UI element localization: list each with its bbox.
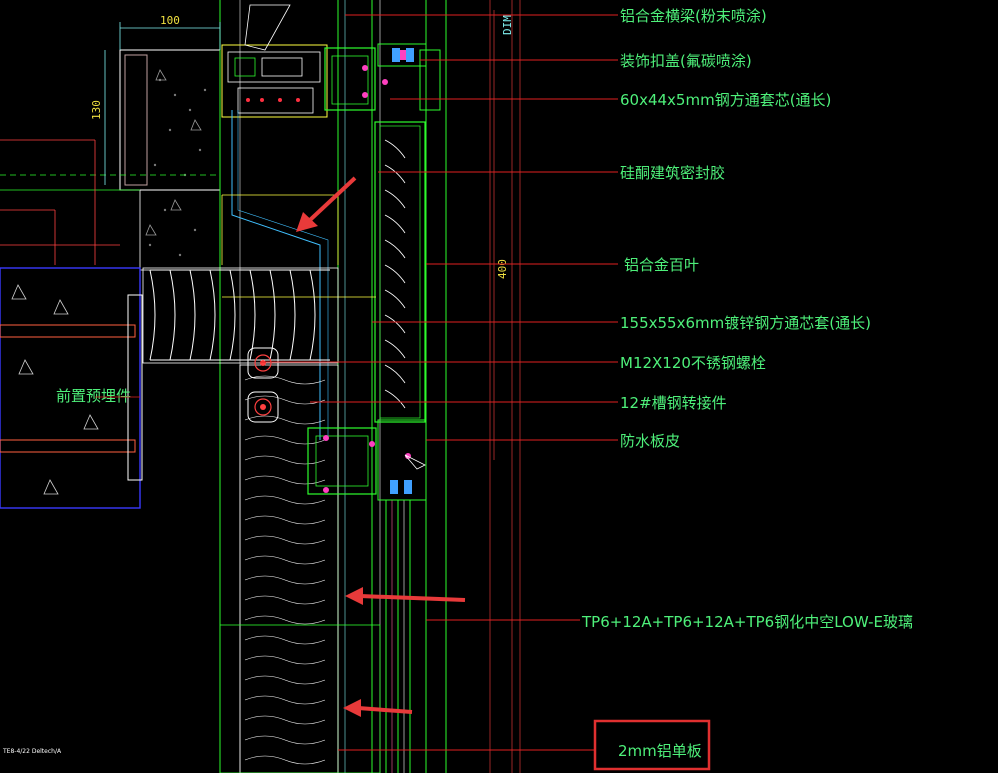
label-steel-sleeve-60: 60x44x5mm钢方通套芯(通长) <box>620 91 831 109</box>
label-aluminum-panel: 2mm铝单板 <box>618 742 702 760</box>
label-waterproof-membrane: 防水板皮 <box>620 432 680 450</box>
callout-labels: 铝合金横梁(粉末喷涂) 装饰扣盖(氟碳喷涂) 60x44x5mm钢方通套芯(通长… <box>581 7 913 771</box>
curtain-wall-section-drawing: 前置预埋件 100 130 400 DIM 铝合金横梁(粉末喷涂) 装饰扣盖(氟… <box>0 0 913 773</box>
embedded-part-label: 前置预埋件 <box>56 387 131 405</box>
top-width-dimension: 100 <box>160 14 180 27</box>
lower-steel-tube <box>307 419 427 501</box>
floor-slab: 前置预埋件 <box>0 139 143 509</box>
left-height-dimension: 130 <box>90 100 103 120</box>
label-aluminum-beam: 铝合金横梁(粉末喷涂) <box>620 7 767 25</box>
label-aluminum-louver: 铝合金百叶 <box>624 256 699 274</box>
bolt-assembly <box>247 347 279 423</box>
label-silicone-sealant: 硅酮建筑密封胶 <box>620 164 725 182</box>
label-low-e-glass: TP6+12A+TP6+12A+TP6钢化中空LOW-E玻璃 <box>581 613 913 631</box>
mullion-lines <box>219 0 521 773</box>
glass-arrow <box>345 587 466 605</box>
dim-label: DIM <box>501 15 514 35</box>
tiny-note: TE8-4/22 Deltech/A <box>2 748 62 755</box>
label-steel-tube-155: 155x55x6mm镀锌钢方通芯套(通长) <box>620 314 871 332</box>
diagonal-arrow <box>296 176 357 232</box>
label-channel-connector: 12#槽钢转接件 <box>620 394 727 412</box>
panel-arrow <box>343 699 413 717</box>
concrete-wall <box>0 49 221 271</box>
label-decorative-cover: 装饰扣盖(氟碳喷涂) <box>620 52 752 70</box>
cad-drawing-canvas: 前置预埋件 100 130 400 DIM 铝合金横梁(粉末喷涂) 装饰扣盖(氟… <box>0 0 998 773</box>
inner-liner <box>221 110 376 440</box>
label-m12-bolt: M12X120不锈钢螺栓 <box>620 354 766 372</box>
annotation-arrows <box>296 176 466 717</box>
louver-assembly <box>374 121 426 423</box>
panel-height-dimension: 400 <box>496 259 509 279</box>
leader-lines <box>260 14 618 751</box>
top-aluminum-beam <box>221 4 441 118</box>
insulation-layer <box>142 267 339 364</box>
